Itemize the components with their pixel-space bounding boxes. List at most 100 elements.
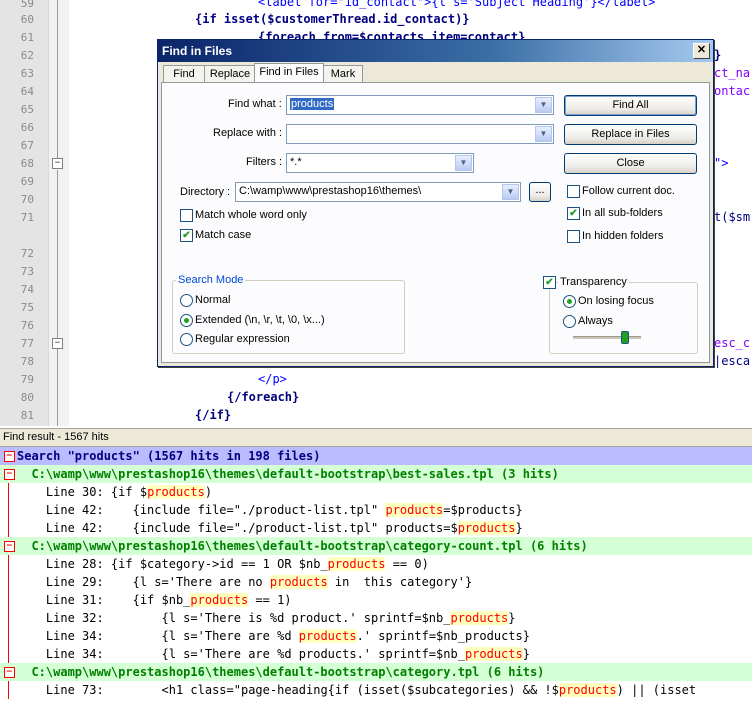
fold-collapse-icon[interactable]: −: [52, 338, 63, 349]
dialog-titlebar[interactable]: Find in Files ✕: [158, 40, 713, 62]
in-all-subfolders-label: In all sub-folders: [582, 207, 663, 219]
find-what-label: Find what :: [228, 98, 282, 110]
result-text-part: Line 28: {if $category->id == 1 OR $nb_: [17, 557, 328, 571]
result-text-part: Line 32: {l s='There is %d product.' spr…: [17, 611, 451, 625]
result-hit-row[interactable]: Line 28: {if $category->id == 1 OR $nb_p…: [0, 555, 752, 573]
match-case-checkbox[interactable]: ✔: [180, 229, 193, 242]
result-text-part: .' sprintf=$nb_products}: [356, 629, 530, 643]
fold-collapse-icon[interactable]: −: [4, 541, 15, 552]
find-what-value: products: [290, 98, 335, 110]
result-file-row[interactable]: C:\wamp\www\prestashop16\themes\default-…: [0, 663, 752, 681]
transparency-checkbox[interactable]: ✔: [543, 276, 556, 289]
line-number: 78: [20, 355, 34, 368]
result-text: C:\wamp\www\prestashop16\themes\default-…: [17, 663, 544, 681]
transparency-slider-thumb[interactable]: [621, 331, 629, 344]
follow-current-doc-checkbox[interactable]: [567, 185, 580, 198]
tab-find-in-files[interactable]: Find in Files: [254, 63, 324, 84]
result-text-part: C:\wamp\www\prestashop16\themes\default-…: [17, 665, 545, 679]
find-what-input[interactable]: products ▼: [286, 95, 554, 115]
search-mode-title: Search Mode: [176, 274, 246, 286]
line-number: 70: [20, 193, 34, 206]
line-number: 81: [20, 409, 34, 422]
result-text: Line 32: {l s='There is %d product.' spr…: [17, 609, 516, 627]
fold-guide-line: [8, 573, 9, 591]
line-number: 61: [20, 31, 34, 44]
transparency-slider-track[interactable]: [573, 336, 641, 339]
fold-guide-line: [8, 591, 9, 609]
result-hit-row[interactable]: Line 42: {include file="./product-list.t…: [0, 519, 752, 537]
result-file-row[interactable]: C:\wamp\www\prestashop16\themes\default-…: [0, 537, 752, 555]
result-hit-row[interactable]: Line 32: {l s='There is %d product.' spr…: [0, 609, 752, 627]
line-number: 77: [20, 337, 34, 350]
result-text: Search "products" (1567 hits in 198 file…: [17, 447, 320, 465]
line-number: 68: [20, 157, 34, 170]
always-label: Always: [578, 315, 613, 327]
match-highlight: products: [190, 593, 249, 607]
fold-collapse-icon[interactable]: −: [4, 469, 15, 480]
match-highlight: products: [385, 503, 444, 517]
result-hit-row[interactable]: Line 34: {l s='There are %d products.' s…: [0, 627, 752, 645]
result-hit-row[interactable]: Line 73: <h1 class="page-heading{if (iss…: [0, 681, 752, 699]
find-all-button[interactable]: Find All: [564, 95, 697, 116]
result-text-part: Line 73: <h1 class="page-heading{if (iss…: [17, 683, 559, 697]
tab-replace[interactable]: Replace: [204, 65, 256, 83]
fold-collapse-icon[interactable]: −: [52, 158, 63, 169]
close-icon[interactable]: ✕: [693, 43, 710, 59]
result-hit-row[interactable]: Line 31: {if $nb_products == 1): [0, 591, 752, 609]
directory-value: C:\wamp\www\prestashop16\themes\: [239, 185, 422, 197]
result-text: C:\wamp\www\prestashop16\themes\default-…: [17, 465, 558, 483]
filters-input[interactable]: *.* ▼: [286, 153, 474, 173]
in-hidden-folders-checkbox[interactable]: [567, 230, 580, 243]
chevron-down-icon[interactable]: ▼: [535, 126, 552, 142]
result-hit-row[interactable]: Line 30: {if $products): [0, 483, 752, 501]
close-button[interactable]: Close: [564, 153, 697, 174]
line-number: 73: [20, 265, 34, 278]
result-text-part: Search "products" (1567 hits in 198 file…: [17, 449, 321, 463]
search-summary-row[interactable]: Search "products" (1567 hits in 198 file…: [0, 447, 752, 465]
chevron-down-icon[interactable]: ▼: [455, 155, 472, 171]
directory-input[interactable]: C:\wamp\www\prestashop16\themes\ ▼: [235, 182, 521, 202]
code-line: {/foreach}: [227, 390, 300, 404]
tab-find[interactable]: Find: [163, 65, 205, 83]
result-hit-row[interactable]: Line 42: {include file="./product-list.t…: [0, 501, 752, 519]
replace-with-input[interactable]: ▼: [286, 124, 554, 144]
result-text-part: Line 29: {l s='There are no: [17, 575, 270, 589]
chevron-down-icon[interactable]: ▼: [502, 184, 519, 200]
chevron-down-icon[interactable]: ▼: [535, 97, 552, 113]
result-file-row[interactable]: C:\wamp\www\prestashop16\themes\default-…: [0, 465, 752, 483]
search-mode-regex-radio[interactable]: [180, 333, 193, 346]
result-text-part: =$products}: [443, 503, 523, 517]
code-line: {if isset($customerThread.id_contact)}: [195, 12, 470, 26]
search-mode-extended-radio[interactable]: [180, 314, 193, 327]
result-text-part: Line 34: {l s='There are %d: [17, 629, 299, 643]
fold-collapse-icon[interactable]: −: [4, 451, 15, 462]
match-highlight: products: [450, 611, 509, 625]
fold-guide-line: [57, 170, 58, 426]
result-text: Line 28: {if $category->id == 1 OR $nb_p…: [17, 555, 429, 573]
browse-directory-button[interactable]: ...: [529, 182, 551, 202]
in-all-subfolders-checkbox[interactable]: ✔: [567, 207, 580, 220]
match-highlight: products: [457, 521, 516, 535]
on-losing-focus-radio[interactable]: [563, 295, 576, 308]
result-text: Line 42: {include file="./product-list.t…: [17, 501, 523, 519]
result-hit-row[interactable]: Line 34: {l s='There are %d products.' s…: [0, 645, 752, 663]
fold-guide-line: [57, 0, 58, 160]
fold-guide-line: [8, 501, 9, 519]
fold-collapse-icon[interactable]: −: [4, 667, 15, 678]
tab-mark[interactable]: Mark: [323, 65, 363, 83]
search-mode-normal-radio[interactable]: [180, 294, 193, 307]
match-whole-word-checkbox[interactable]: [180, 209, 193, 222]
always-radio[interactable]: [563, 315, 576, 328]
result-hit-row[interactable]: Line 29: {l s='There are no products in …: [0, 573, 752, 591]
result-text-part: in this category'}: [327, 575, 473, 589]
result-text-part: }: [522, 647, 530, 661]
code-line: {/if}: [195, 408, 232, 422]
result-text: Line 42: {include file="./product-list.t…: [17, 519, 523, 537]
fold-guide-line: [8, 609, 9, 627]
match-highlight: products: [298, 629, 357, 643]
line-number: 62: [20, 49, 34, 62]
find-result-panel[interactable]: Search "products" (1567 hits in 198 file…: [0, 447, 752, 701]
code-line: }: [714, 48, 722, 62]
replace-in-files-button[interactable]: Replace in Files: [564, 124, 697, 145]
filters-label: Filters :: [246, 156, 283, 168]
